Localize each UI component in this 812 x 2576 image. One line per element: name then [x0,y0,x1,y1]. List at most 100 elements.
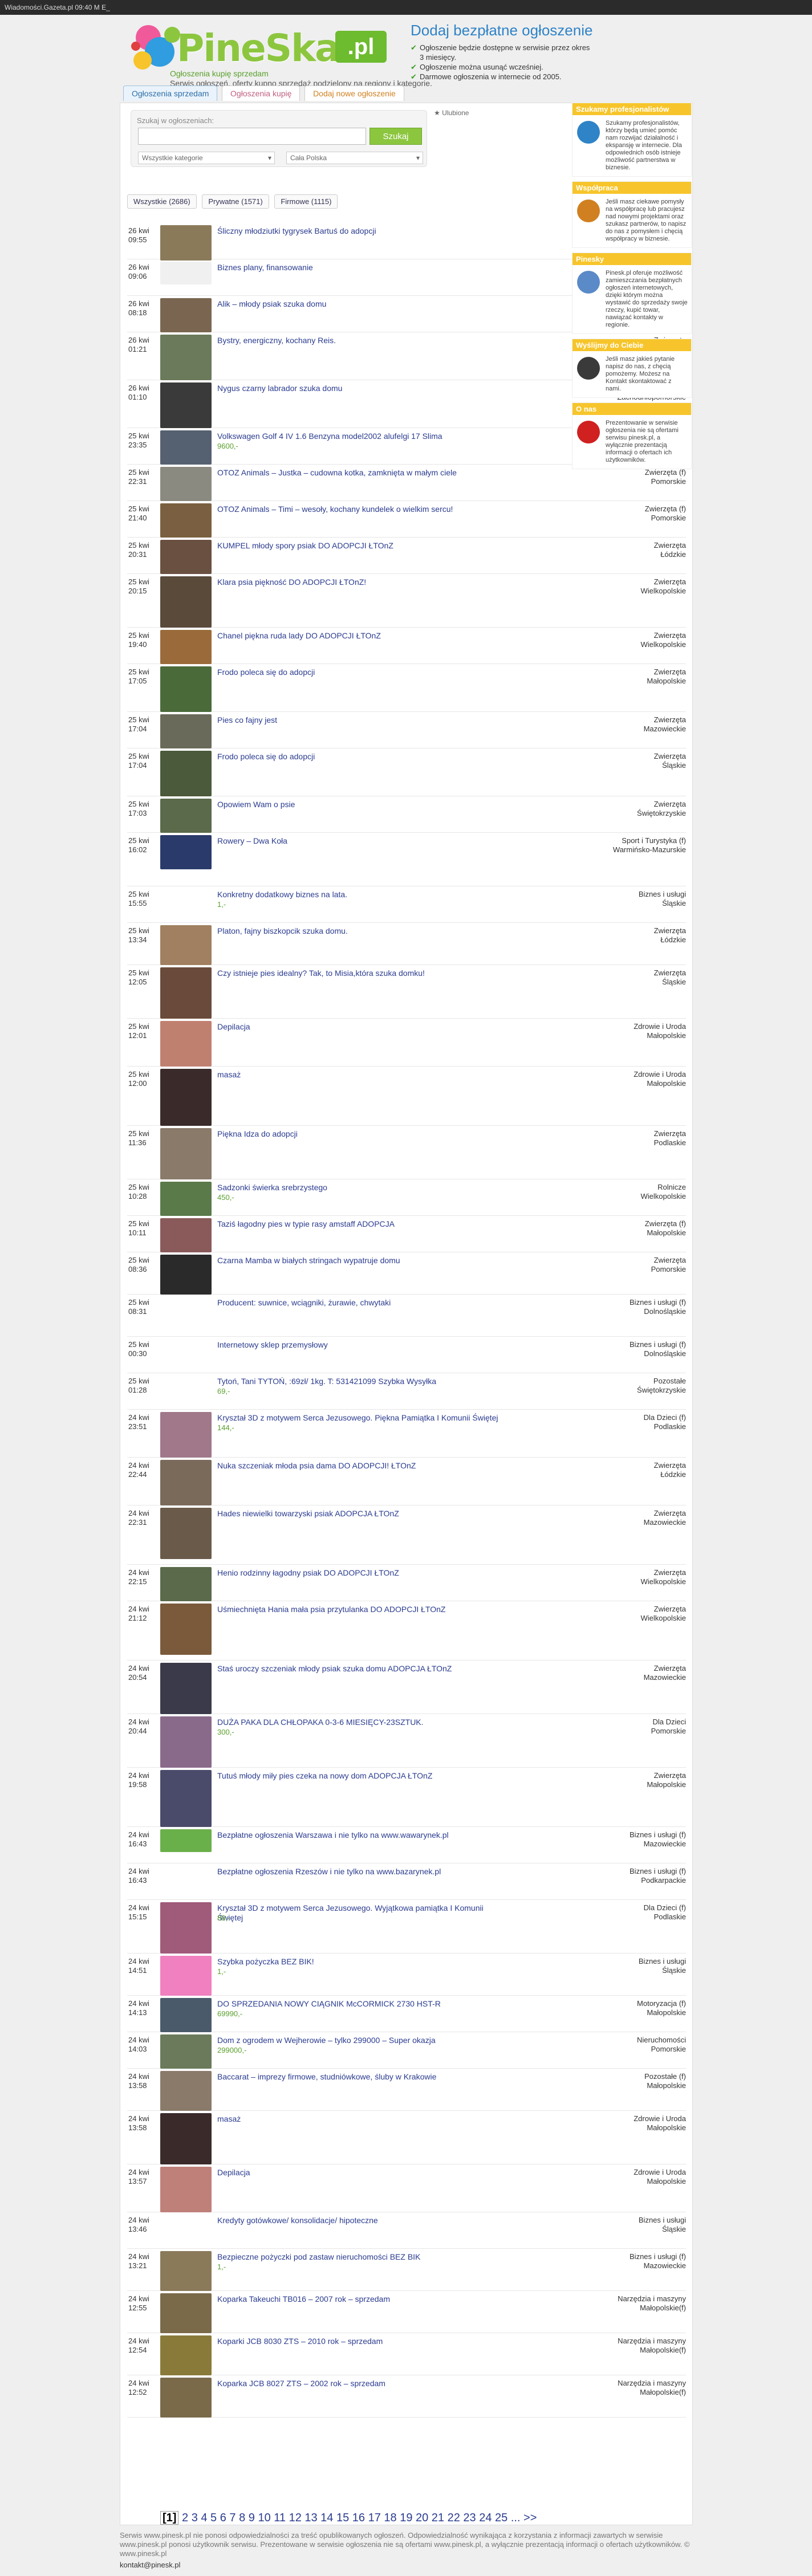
listing-category-name[interactable]: Sport i Turystyka (f) [622,836,686,845]
listing-region[interactable]: Mazowieckie [644,1518,686,1527]
listing-category-name[interactable]: Dla Dzieci (f) [644,1903,686,1912]
listing-row[interactable]: 24 kwi 15:15 Kryształ 3D z motywem Serca J… [127,1900,686,1954]
listing-category-name[interactable]: Zwierzęta [654,715,686,724]
listing-category-name[interactable]: Zwierzęta [654,800,686,808]
listing-title[interactable]: KUMPEL młody spory psiak DO ADOPCJI ŁTOn… [217,541,502,551]
listing-category-name[interactable]: Zdrowie i Uroda [634,2168,686,2176]
listing-region[interactable]: Podkarpackie [641,1876,686,1885]
listing-row[interactable]: 25 kwi 16:02 Rowery – Dwa Koła Sport i Tury… [127,833,686,886]
region-select[interactable]: Cała Polska [286,152,423,164]
listing-thumbnail[interactable] [160,799,212,833]
listing-title[interactable]: Hades niewielki towarzyski psiak ADOPCJA… [217,1509,502,1519]
listing-category-name[interactable]: Zwierzęta [654,668,686,676]
listing-title[interactable]: Bystry, energiczny, kochany Reis. [217,336,502,345]
promo-title[interactable]: Dodaj bezpłatne ogłoszenie [411,22,593,39]
listing-thumbnail[interactable] [160,666,212,712]
listing-title[interactable]: Platon, fajny biszkopcik szuka domu. [217,926,502,936]
listing-thumbnail[interactable] [160,1255,212,1295]
listing-category-name[interactable]: Zwierzęta [654,1461,686,1470]
listing-thumbnail[interactable] [160,2378,212,2418]
listing-row[interactable]: 25 kwi 11:36 Piękna Idza do adopcji Zwierzę… [127,1126,686,1179]
listing-category-name[interactable]: Dla Dzieci [652,1718,686,1726]
listing-title[interactable]: Tytoń, Tani TYTOŃ, :69zł/ 1kg. T: 531421… [217,1377,502,1386]
listing-title[interactable]: Uśmiechnięta Hania mała psia przytulanka… [217,1605,502,1614]
listing-category-name[interactable]: Pozostałe [653,1377,686,1385]
listing-title[interactable]: Bezpłatne ogłoszenia Warszawa i nie tylk… [217,1830,502,1840]
listing-category-name[interactable]: Zwierzęta (f) [645,1219,686,1228]
listing-thumbnail[interactable] [160,2113,212,2164]
listing-region[interactable]: Śląskie [662,761,686,770]
listing-title[interactable]: Kredyty gotówkowe/ konsolidacje/ hipotec… [217,2216,502,2225]
tab-sell[interactable]: Ogłoszenia sprzedam [123,86,218,101]
listing-thumbnail[interactable] [160,467,212,501]
listing-region[interactable]: Wielkopolskie [641,587,686,595]
listing-region[interactable]: Podlaskie [654,1912,686,1921]
listing-thumbnail[interactable] [160,1829,212,1852]
listing-region[interactable]: Łódzkie [660,935,686,944]
listing-title[interactable]: Depilacja [217,2168,502,2178]
listing-row[interactable]: 24 kwi 13:58 masaż Zdrowie i Uroda Małopolsk… [127,2111,686,2164]
listing-row[interactable]: 25 kwi 21:40 OTOZ Animals – Timi – wesoły,… [127,501,686,538]
listing-row[interactable]: 25 kwi 17:04 Frodo poleca się do adopcji Zw… [127,748,686,796]
listing-thumbnail[interactable] [160,225,212,261]
listing-row[interactable]: 24 kwi 14:13 DO SPRZEDANIA NOWY CIĄGNIK Mc… [127,1996,686,2032]
listing-category-name[interactable]: Zwierzęta [654,1568,686,1577]
listing-row[interactable]: 25 kwi 10:11 Taziś łagodny pies w typie ra… [127,1216,686,1252]
listing-row[interactable]: 25 kwi 08:36 Czarna Mamba w białych string… [127,1252,686,1295]
listing-row[interactable]: 24 kwi 22:15 Henio rodzinny łagodny psiak … [127,1565,686,1601]
listing-thumbnail[interactable] [160,2293,212,2333]
listing-category-name[interactable]: Zdrowie i Uroda [634,2114,686,2123]
listing-category-name[interactable]: Zwierzęta [654,541,686,550]
listing-row[interactable]: 25 kwi 19:40 Chanel piękna ruda lady DO AD… [127,628,686,664]
listing-row[interactable]: 24 kwi 21:12 Uśmiechnięta Hania mała psia … [127,1601,686,1661]
listing-thumbnail[interactable] [160,1604,212,1655]
listing-row[interactable]: 24 kwi 20:44 DUŻA PAKA DLA CHŁOPAKA 0-3-6 … [127,1714,686,1768]
listing-thumbnail[interactable] [160,1182,212,1216]
listing-region[interactable]: Pomorskie [651,477,686,486]
listing-category-name[interactable]: Biznes i usługi (f) [630,1867,686,1875]
listing-thumbnail[interactable] [160,2251,212,2291]
listing-region[interactable]: Małopolskie(f) [640,2304,686,2312]
listing-thumbnail[interactable] [160,2335,212,2375]
listing-thumbnail[interactable] [160,1412,212,1458]
filter-business[interactable]: Firmowe (1115) [274,194,338,209]
listing-region[interactable]: Małopolskie [647,677,686,685]
listing-category-name[interactable]: Biznes i usługi [639,2216,686,2224]
listing-row[interactable]: 25 kwi 17:04 Pies co fajny jest Zwierzęta Ma… [127,712,686,748]
listing-category-name[interactable]: Biznes i usługi (f) [630,1298,686,1307]
listing-category-name[interactable]: Zwierzęta [654,926,686,935]
listing-thumbnail[interactable] [160,1128,212,1179]
listing-thumbnail[interactable] [160,430,212,465]
listing-region[interactable]: Pomorskie [651,2045,686,2053]
listing-title[interactable]: Koparka JCB 8027 ZTS – 2002 rok – sprzed… [217,2379,502,2388]
listing-category-name[interactable]: Nieruchomości [637,2036,686,2044]
listing-thumbnail[interactable] [160,1998,212,2032]
listing-category-name[interactable]: Zwierzęta (f) [645,504,686,513]
listing-row[interactable]: 24 kwi 16:43 Bezpłatne ogłoszenia Warszawa… [127,1827,686,1863]
listing-title[interactable]: Depilacja [217,1022,502,1032]
listing-region[interactable]: Wielkopolskie [641,1577,686,1586]
listing-category-name[interactable]: Zwierzęta [654,752,686,760]
listing-title[interactable]: Internetowy sklep przemysłowy [217,1340,502,1350]
listing-row[interactable]: 24 kwi 12:55 Koparka Takeuchi TB016 – 2007… [127,2291,686,2333]
listing-title[interactable]: Nuka szczeniak młoda psia dama DO ADOPCJ… [217,1461,502,1471]
listing-thumbnail[interactable] [160,1567,212,1601]
listing-title[interactable]: Konkretny dodatkowy biznes na lata. [217,890,502,900]
listing-row[interactable]: 25 kwi 17:05 Frodo poleca się do adopcji Zw… [127,664,686,712]
listing-category-name[interactable]: Pozostałe (f) [644,2072,686,2081]
listing-region[interactable]: Pomorskie [651,1265,686,1273]
listing-category-name[interactable]: Zwierzęta [654,1129,686,1138]
listing-category-name[interactable]: Zwierzęta [654,1605,686,1613]
listing-row[interactable]: 24 kwi 13:21 Bezpieczne pożyczki pod zasta… [127,2249,686,2291]
listing-title[interactable]: Chanel piękna ruda lady DO ADOPCJI ŁTOnZ [217,631,502,641]
listing-thumbnail[interactable] [160,967,212,1019]
listing-region[interactable]: Małopolskie [647,2081,686,2090]
listing-region[interactable]: Mazowieckie [644,2261,686,2270]
listing-row[interactable]: 24 kwi 14:03 Dom z ogrodem w Wejherowie – … [127,2032,686,2069]
listing-row[interactable]: 25 kwi 08:31 Producent: suwnice, wciągniki… [127,1295,686,1337]
listing-region[interactable]: Łódzkie [660,550,686,559]
listing-category-name[interactable]: Motoryzacja (f) [637,1999,686,2008]
listing-row[interactable]: 24 kwi 22:31 Hades niewielki towarzyski ps… [127,1505,686,1565]
listing-row[interactable]: 24 kwi 13:58 Baccarat – imprezy firmowe, s… [127,2069,686,2111]
listing-category-name[interactable]: Zwierzęta [654,631,686,640]
